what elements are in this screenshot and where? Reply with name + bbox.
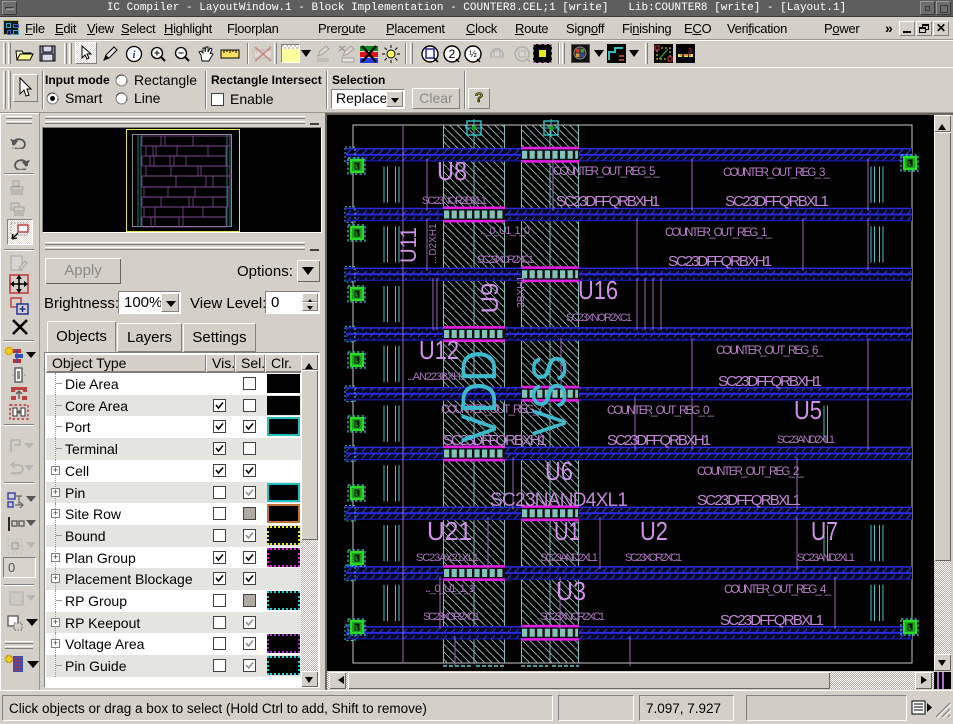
svg-text:U5: U5 <box>794 395 822 425</box>
svg-text:SC23DFFQRBXL1: SC23DFFQRBXL1 <box>697 492 801 509</box>
svg-text:½: ½ <box>469 49 477 59</box>
svg-text:SC23AX21XL1: SC23AX21XL1 <box>416 552 479 564</box>
svg-text:...D2XH1: ...D2XH1 <box>428 223 439 264</box>
svg-text:SC23XOR2XC1: SC23XOR2XC1 <box>477 254 534 266</box>
svg-text:U7: U7 <box>811 516 838 546</box>
svg-text:SC23DFFQRBXL1: SC23DFFQRBXL1 <box>725 193 829 210</box>
svg-text:SC23AND2XL1: SC23AND2XL1 <box>540 552 598 564</box>
svg-text:?: ? <box>475 89 484 105</box>
svg-text:COUNTER_OUT_REG_6_: COUNTER_OUT_REG_6_ <box>716 345 824 357</box>
svg-text:..._0_U1_1_1: ..._0_U1_1_1 <box>425 583 475 595</box>
svg-text:SC23AND2XL1: SC23AND2XL1 <box>797 552 855 564</box>
svg-text:COUNTER_OUT_REG_1_: COUNTER_OUT_REG_1_ <box>665 227 773 239</box>
svg-text:VDD: VDD <box>451 350 507 443</box>
svg-text:2: 2 <box>449 47 456 61</box>
svg-text:SC23DFFQRBXH1: SC23DFFQRBXH1 <box>668 253 772 270</box>
svg-text:COUNTER_OUT_REG_0_: COUNTER_OUT_REG_0_ <box>607 405 715 417</box>
svg-text:VSS: VSS <box>524 355 577 436</box>
svg-text:3: 3 <box>688 48 692 55</box>
svg-text:SC23AND2XL1: SC23AND2XL1 <box>777 434 835 446</box>
svg-text:SC23XOR2XC1: SC23XOR2XC1 <box>625 552 682 564</box>
svg-text:SC23XOR2XC1: SC23XOR2XC1 <box>423 611 480 623</box>
svg-text:U6: U6 <box>545 456 573 486</box>
svg-text:..._0_U1_1_0: ..._0_U1_1_0 <box>480 225 530 237</box>
svg-text:SC23NOR2BXL1: SC23NOR2BXL1 <box>422 195 487 207</box>
svg-text:COUNTER_OUT_REG_5_: COUNTER_OUT_REG_5_ <box>553 166 661 178</box>
svg-text:U2: U2 <box>640 516 668 546</box>
svg-text:SC23DFFQRBXH1: SC23DFFQRBXH1 <box>607 432 711 449</box>
svg-text:U3: U3 <box>556 576 586 606</box>
svg-text:SC23XNOR2XC1: SC23XNOR2XC1 <box>540 611 605 623</box>
svg-text:U9: U9 <box>477 283 504 314</box>
svg-text:SC23NAND4XL1: SC23NAND4XL1 <box>490 490 628 511</box>
svg-text:COUNTER_OUT_REG_3_: COUNTER_OUT_REG_3_ <box>723 167 831 179</box>
svg-text:COUNTER_OUT_REG_2_: COUNTER_OUT_REG_2_ <box>697 466 805 478</box>
svg-text:SC23DFFQRBXH1: SC23DFFQRBXH1 <box>718 373 822 390</box>
svg-text:U16: U16 <box>578 275 618 305</box>
svg-text:U21: U21 <box>427 516 472 546</box>
svg-text:SC23DFFQRBXL1: SC23DFFQRBXL1 <box>720 612 824 629</box>
svg-text:COUNTER_OUT_REG_4_: COUNTER_OUT_REG_4_ <box>724 584 832 596</box>
svg-text:U1: U1 <box>554 516 580 546</box>
svg-text:U8: U8 <box>437 156 467 186</box>
svg-text:U11: U11 <box>396 227 421 263</box>
svg-text:SC23DFFQRBXH1: SC23DFFQRBXH1 <box>556 193 660 210</box>
svg-text:SC23XNOR2XC1: SC23XNOR2XC1 <box>566 312 632 324</box>
svg-text:...2BXH1: ...2BXH1 <box>516 276 527 316</box>
